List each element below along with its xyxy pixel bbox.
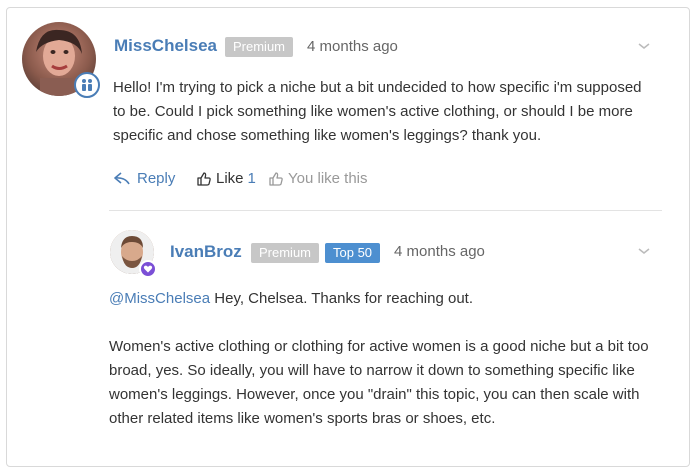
reply-first-line: @MissChelsea Hey, Chelsea. Thanks for re… [109,287,669,311]
reply-label: Reply [137,170,176,187]
premium-badge: Premium [225,37,294,57]
reply-arrow-icon [114,171,130,184]
you-like-label: You like this [288,170,368,187]
users-icon [74,72,100,98]
comment-text: Hello! I'm trying to pick a niche but a … [113,79,642,144]
heart-icon [139,260,157,278]
like-button[interactable]: Like 1 [196,170,256,187]
chevron-down-icon[interactable] [637,243,651,261]
divider [109,210,662,211]
top-50-badge: Top 50 [325,243,381,263]
author-name[interactable]: IvanBroz [170,242,242,262]
premium-badge: Premium [251,243,320,263]
reply-button[interactable]: Reply [113,170,175,187]
like-count[interactable]: 1 [248,170,256,187]
you-like-this: You like this [268,170,368,187]
author-name[interactable]: MissChelsea [114,36,217,56]
timestamp[interactable]: 4 months ago [307,38,398,55]
reply-paragraph: Women's active clothing or clothing for … [109,338,649,427]
timestamp[interactable]: 4 months ago [394,243,485,260]
chevron-down-icon[interactable] [637,38,651,56]
reply-greeting: Hey, Chelsea. Thanks for reaching out. [214,290,474,307]
thumbs-up-icon [269,171,283,186]
like-label: Like [216,170,244,187]
thumbs-up-icon [197,171,211,186]
mention-link[interactable]: @MissChelsea [109,290,210,307]
